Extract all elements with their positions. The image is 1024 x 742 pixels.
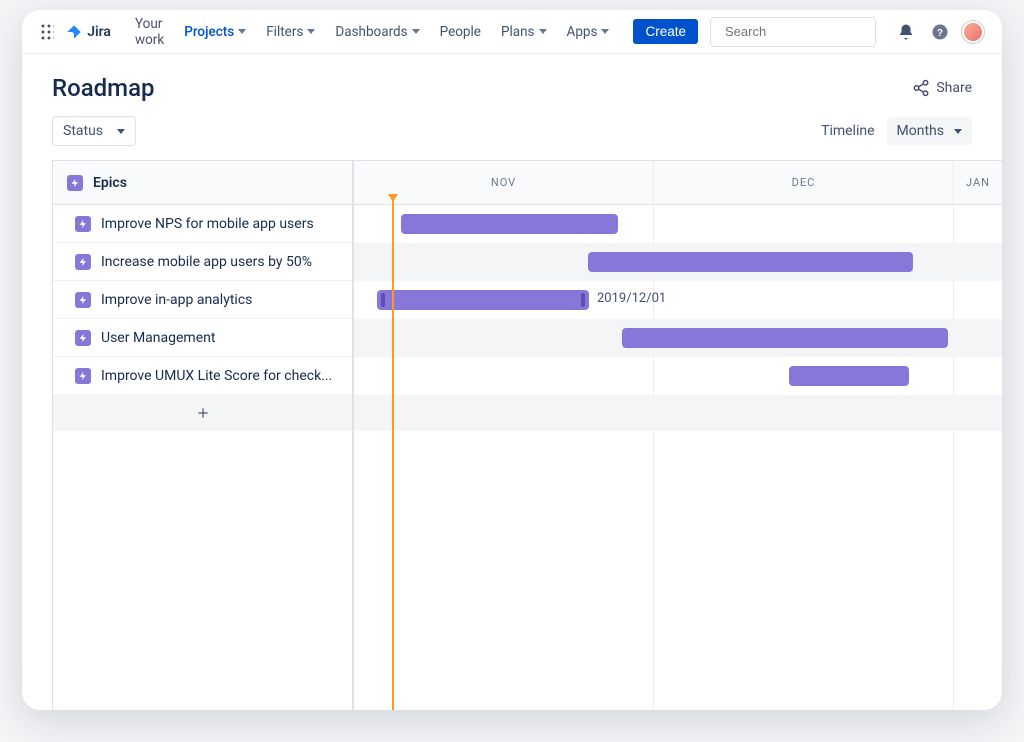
gantt-bar[interactable] — [401, 214, 618, 234]
nav-item-label: Projects — [184, 24, 234, 40]
epic-row[interactable]: Improve UMUX Lite Score for check... — [53, 357, 352, 395]
epic-label: Improve NPS for mobile app users — [101, 216, 338, 232]
nav-item-projects[interactable]: Projects — [176, 20, 254, 44]
epic-label: User Management — [101, 330, 338, 346]
epic-icon — [75, 216, 91, 232]
epic-icon — [75, 254, 91, 270]
jira-icon — [66, 24, 82, 40]
app-window: Jira Your work Projects Filters Dashboards P… — [22, 10, 1002, 710]
share-icon — [912, 79, 930, 97]
gantt-row — [354, 205, 1002, 243]
timescale-label: Months — [897, 123, 944, 139]
avatar[interactable] — [962, 21, 984, 43]
chevron-down-icon — [238, 29, 246, 34]
chevron-down-icon — [412, 29, 420, 34]
timeline-label: Timeline — [821, 123, 874, 139]
controls-row: Status Timeline Months — [22, 116, 1002, 160]
search-box[interactable] — [710, 17, 876, 47]
month-header: DEC — [654, 161, 954, 204]
epics-header-title: Epics — [93, 175, 127, 191]
chevron-down-icon — [539, 29, 547, 34]
month-header: JAN — [954, 161, 1002, 204]
nav-item-plans[interactable]: Plans — [493, 20, 555, 44]
add-epic-button[interactable] — [53, 395, 352, 431]
time-header: NOVDECJAN — [354, 161, 1002, 205]
gantt-bar[interactable] — [622, 328, 948, 348]
epic-label: Improve in-app analytics — [101, 292, 338, 308]
epic-icon — [67, 175, 83, 191]
epic-row[interactable]: User Management — [53, 319, 352, 357]
bar-date-label: 2019/12/01 — [597, 291, 666, 306]
nav-item-label: Your work — [135, 16, 164, 48]
gantt-bars: 2019/12/01 — [354, 205, 1002, 431]
epic-list: Improve NPS for mobile app users Increase… — [53, 205, 352, 395]
gantt-row: 2019/12/01 — [354, 281, 1002, 319]
nav-item-label: Plans — [501, 24, 535, 40]
epic-label: Increase mobile app users by 50% — [101, 254, 338, 270]
nav-item-your-work[interactable]: Your work — [127, 12, 172, 52]
page-title: Roadmap — [52, 74, 155, 102]
search-input[interactable] — [725, 24, 901, 39]
status-dropdown[interactable]: Status — [52, 116, 136, 146]
nav-items: Your work Projects Filters Dashboards People… — [127, 12, 618, 52]
gantt-row — [354, 319, 1002, 357]
gantt-bar[interactable] — [588, 252, 913, 272]
nav-item-label: People — [440, 24, 481, 40]
right-icons: ? — [894, 20, 984, 44]
create-button[interactable]: Create — [633, 19, 698, 44]
svg-text:?: ? — [937, 27, 943, 38]
nav-item-filters[interactable]: Filters — [258, 20, 323, 44]
notifications-icon[interactable] — [894, 20, 918, 44]
month-header: NOV — [354, 161, 654, 204]
apps-switcher-icon[interactable] — [40, 23, 54, 41]
status-label: Status — [63, 123, 103, 139]
epic-icon — [75, 330, 91, 346]
nav-item-label: Dashboards — [335, 24, 407, 40]
nav-item-label: Apps — [567, 24, 598, 40]
gantt-row — [354, 357, 1002, 395]
timeline-column: NOVDECJAN 2019/12/01 — [354, 161, 1002, 710]
share-button[interactable]: Share — [912, 79, 972, 97]
chevron-down-icon — [307, 29, 315, 34]
epic-row[interactable]: Improve in-app analytics — [53, 281, 352, 319]
epics-column: Epics Improve NPS for mobile app users In… — [53, 161, 354, 710]
epic-icon — [75, 292, 91, 308]
nav-item-label: Filters — [266, 24, 303, 40]
gantt-row — [354, 243, 1002, 281]
chevron-down-icon — [601, 29, 609, 34]
help-icon[interactable]: ? — [928, 20, 952, 44]
roadmap: Epics Improve NPS for mobile app users In… — [52, 160, 1002, 710]
today-marker — [392, 199, 394, 710]
gantt-bar[interactable] — [789, 366, 909, 386]
chevron-down-icon — [117, 129, 125, 134]
gantt-bar[interactable] — [377, 290, 589, 310]
chevron-down-icon — [954, 129, 962, 134]
epic-row[interactable]: Increase mobile app users by 50% — [53, 243, 352, 281]
top-nav: Jira Your work Projects Filters Dashboards P… — [22, 10, 1002, 54]
plus-icon — [196, 406, 210, 420]
page-header: Roadmap Share — [22, 54, 1002, 116]
product-name: Jira — [87, 24, 111, 40]
epic-label: Improve UMUX Lite Score for check... — [101, 368, 338, 384]
epic-icon — [75, 368, 91, 384]
share-label: Share — [936, 80, 972, 96]
nav-item-dashboards[interactable]: Dashboards — [327, 20, 427, 44]
product-logo[interactable]: Jira — [66, 24, 111, 40]
epic-row[interactable]: Improve NPS for mobile app users — [53, 205, 352, 243]
nav-item-people[interactable]: People — [432, 20, 489, 44]
timescale-dropdown[interactable]: Months — [887, 117, 972, 145]
epics-header: Epics — [53, 161, 352, 205]
nav-item-apps[interactable]: Apps — [559, 20, 618, 44]
